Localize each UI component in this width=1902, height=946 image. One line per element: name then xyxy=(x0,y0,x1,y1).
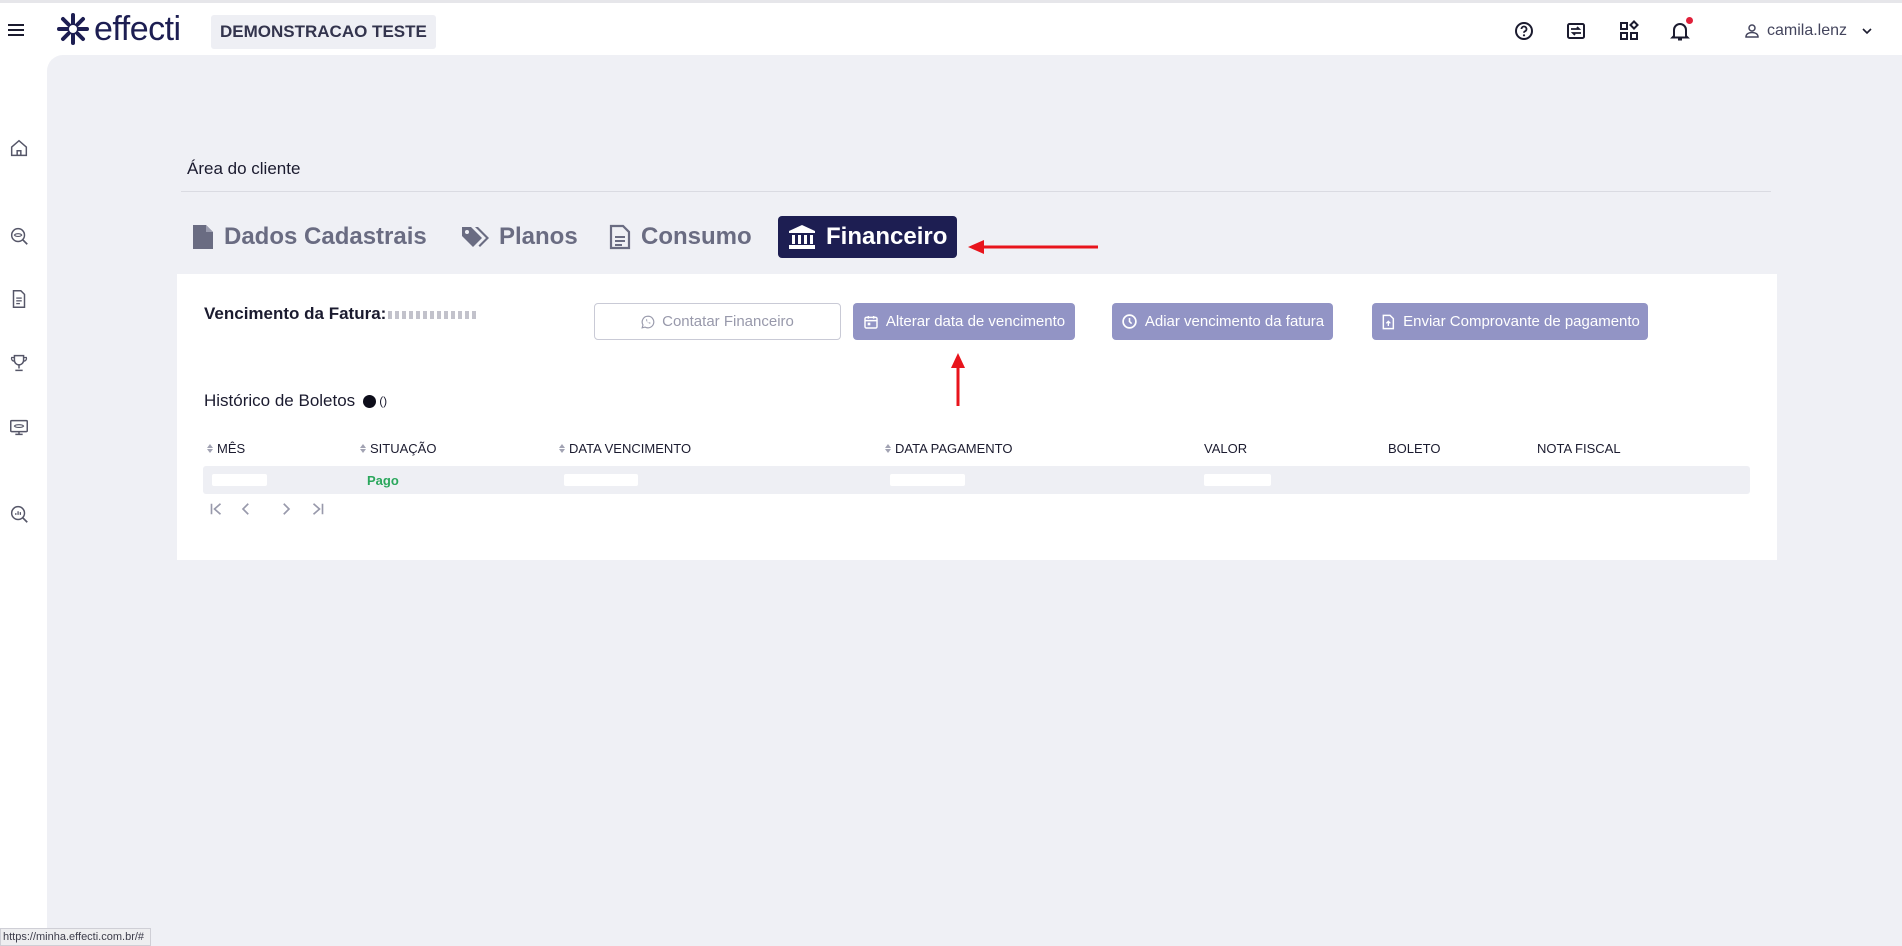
column-header-boleto: BOLETO xyxy=(1388,441,1441,456)
redacted-value-cell xyxy=(1204,474,1271,486)
history-count: () xyxy=(379,394,388,408)
switch-icon[interactable] xyxy=(1564,19,1588,43)
effecti-logo[interactable]: effecti xyxy=(56,9,181,49)
loading-dot-icon xyxy=(363,394,377,408)
analytics-icon[interactable] xyxy=(8,503,30,525)
file-icon xyxy=(193,225,213,249)
sort-icon xyxy=(207,444,213,453)
column-header-situacao[interactable]: SITUAÇÃO xyxy=(360,441,436,456)
redacted-due-date-cell xyxy=(564,474,638,486)
notification-dot xyxy=(1686,17,1693,24)
apps-icon[interactable] xyxy=(1617,19,1641,43)
next-page-icon[interactable] xyxy=(277,500,295,518)
whatsapp-icon xyxy=(641,315,655,329)
user-menu[interactable]: camila.lenz xyxy=(1743,19,1875,43)
monitor-icon[interactable] xyxy=(8,416,30,438)
table-row xyxy=(203,466,1750,494)
column-header-valor: VALOR xyxy=(1204,441,1248,456)
annotation-arrow-left-icon xyxy=(968,240,1098,254)
bell-icon[interactable] xyxy=(1668,17,1693,43)
help-icon[interactable] xyxy=(1512,19,1536,43)
due-date-label: Vencimento da Fatura: xyxy=(204,304,479,324)
title-divider xyxy=(181,191,1771,192)
hamburger-menu-icon[interactable] xyxy=(8,21,28,41)
change-due-date-button[interactable]: Alterar data de vencimento xyxy=(853,303,1075,340)
status-bar-url: https://minha.effecti.com.br/# xyxy=(0,928,152,946)
tags-icon xyxy=(462,227,489,247)
redacted-month xyxy=(212,474,267,486)
home-icon[interactable] xyxy=(8,137,30,159)
history-title: Histórico de Boletos () xyxy=(204,391,388,410)
document-icon[interactable] xyxy=(8,288,30,310)
chevron-down-icon xyxy=(1862,28,1872,35)
sort-icon xyxy=(885,444,891,453)
last-page-icon[interactable] xyxy=(309,500,327,518)
column-header-data-pagamento[interactable]: DATA PAGAMENTO xyxy=(885,441,1013,456)
user-name: camila.lenz xyxy=(1767,22,1848,39)
top-bar: effecti DEMONSTRACAO TESTE camila.lenz xyxy=(0,0,1902,55)
company-name-badge: DEMONSTRACAO TESTE xyxy=(211,15,436,49)
first-page-icon[interactable] xyxy=(207,500,225,518)
clock-icon xyxy=(1122,314,1137,329)
sort-icon xyxy=(559,444,565,453)
postpone-due-date-button[interactable]: Adiar vencimento da fatura xyxy=(1112,303,1333,340)
calendar-icon xyxy=(864,315,878,329)
annotation-arrow-up-icon xyxy=(951,353,965,406)
user-icon xyxy=(1745,24,1759,38)
bank-icon xyxy=(789,225,815,249)
page-title: Área do cliente xyxy=(187,159,301,178)
sidebar xyxy=(0,55,47,946)
tab-consumo[interactable]: Consumo xyxy=(609,216,752,258)
tab-dados-cadastrais[interactable]: Dados Cadastrais xyxy=(192,216,427,258)
column-header-data-vencimento[interactable]: DATA VENCIMENTO xyxy=(559,441,691,456)
status-badge: Pago xyxy=(367,473,399,488)
send-receipt-button[interactable]: Enviar Comprovante de pagamento xyxy=(1372,303,1648,340)
document-icon xyxy=(609,224,631,250)
search-eye-icon[interactable] xyxy=(8,225,30,247)
redacted-due-date xyxy=(388,310,479,319)
logo-text: effecti xyxy=(94,9,181,48)
asterisk-logo-icon xyxy=(57,13,89,45)
previous-page-icon[interactable] xyxy=(237,500,255,518)
column-header-mes[interactable]: MÊS xyxy=(207,441,245,456)
trophy-icon[interactable] xyxy=(8,352,30,374)
column-header-nota-fiscal: NOTA FISCAL xyxy=(1537,441,1621,456)
tab-financeiro[interactable]: Financeiro xyxy=(778,216,958,258)
redacted-payment-date-cell xyxy=(890,474,965,486)
sort-icon xyxy=(360,444,366,453)
contact-finance-button[interactable]: Contatar Financeiro xyxy=(594,303,841,340)
tab-planos[interactable]: Planos xyxy=(461,216,578,258)
file-upload-icon xyxy=(1382,314,1395,329)
